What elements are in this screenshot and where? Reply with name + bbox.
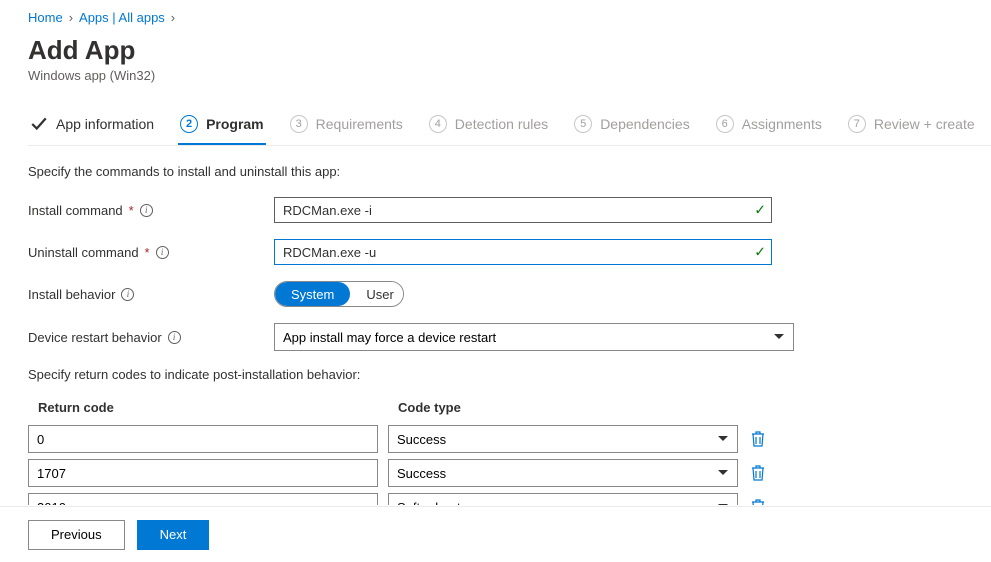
checkmark-icon: ✓ xyxy=(754,202,766,219)
delete-row-button[interactable] xyxy=(748,496,768,505)
trash-icon xyxy=(751,499,765,505)
page-title: Add App xyxy=(28,35,991,66)
step-number-icon: 7 xyxy=(848,115,866,133)
tab-label: Program xyxy=(206,116,264,132)
label-install-behavior: Install behavior i xyxy=(28,287,274,302)
section-returncodes-text: Specify return codes to indicate post-in… xyxy=(28,367,991,382)
install-command-input[interactable] xyxy=(274,197,772,223)
restart-behavior-select[interactable]: App install may force a device restart xyxy=(274,323,794,351)
toggle-user[interactable]: User xyxy=(350,282,404,306)
trash-icon xyxy=(751,465,765,481)
delete-row-button[interactable] xyxy=(748,462,768,484)
install-behavior-toggle: System User xyxy=(274,281,404,307)
checkmark-icon xyxy=(30,115,48,133)
column-return-code: Return code xyxy=(38,400,398,415)
tab-dependencies[interactable]: 5 Dependencies xyxy=(572,109,692,145)
table-row: Soft reboot xyxy=(28,493,991,505)
tab-requirements[interactable]: 3 Requirements xyxy=(288,109,405,145)
info-icon[interactable]: i xyxy=(168,331,181,344)
breadcrumb: Home › Apps | All apps › xyxy=(28,10,991,25)
uninstall-command-input[interactable] xyxy=(274,239,772,265)
code-type-select[interactable]: Soft reboot xyxy=(388,493,738,505)
section-install-text: Specify the commands to install and unin… xyxy=(28,164,991,179)
label-install-command: Install command* i xyxy=(28,203,274,218)
trash-icon xyxy=(751,431,765,447)
tab-label: Requirements xyxy=(316,116,403,132)
table-row: Success xyxy=(28,425,991,453)
info-icon[interactable]: i xyxy=(140,204,153,217)
step-number-icon: 6 xyxy=(716,115,734,133)
breadcrumb-sep-icon: › xyxy=(69,10,73,25)
breadcrumb-home[interactable]: Home xyxy=(28,10,63,25)
breadcrumb-apps[interactable]: Apps | All apps xyxy=(79,10,165,25)
checkmark-icon: ✓ xyxy=(754,244,766,261)
table-row: Success xyxy=(28,459,991,487)
return-code-input[interactable] xyxy=(28,425,378,453)
tab-detection-rules[interactable]: 4 Detection rules xyxy=(427,109,550,145)
step-number-icon: 3 xyxy=(290,115,308,133)
return-code-input[interactable] xyxy=(28,459,378,487)
tab-app-information[interactable]: App information xyxy=(28,109,156,145)
delete-row-button[interactable] xyxy=(748,428,768,450)
info-icon[interactable]: i xyxy=(121,288,134,301)
tab-program[interactable]: 2 Program xyxy=(178,109,266,145)
wizard-tabs: App information 2 Program 3 Requirements… xyxy=(28,109,991,146)
label-restart-behavior: Device restart behavior i xyxy=(28,330,274,345)
column-code-type: Code type xyxy=(398,400,748,415)
code-type-select[interactable]: Success xyxy=(388,425,738,453)
tab-label: App information xyxy=(56,116,154,132)
toggle-system[interactable]: System xyxy=(275,282,350,306)
tab-label: Assignments xyxy=(742,116,822,132)
tab-label: Dependencies xyxy=(600,116,690,132)
footer-bar: Previous Next xyxy=(0,506,991,562)
code-type-select[interactable]: Success xyxy=(388,459,738,487)
step-number-icon: 4 xyxy=(429,115,447,133)
page-subtitle: Windows app (Win32) xyxy=(28,68,991,83)
return-code-input[interactable] xyxy=(28,493,378,505)
breadcrumb-sep-icon: › xyxy=(171,10,175,25)
step-number-icon: 2 xyxy=(180,115,198,133)
label-uninstall-command: Uninstall command* i xyxy=(28,245,274,260)
previous-button[interactable]: Previous xyxy=(28,520,125,550)
tab-assignments[interactable]: 6 Assignments xyxy=(714,109,824,145)
next-button[interactable]: Next xyxy=(137,520,210,550)
step-number-icon: 5 xyxy=(574,115,592,133)
tab-review-create[interactable]: 7 Review + create xyxy=(846,109,977,145)
tab-label: Detection rules xyxy=(455,116,548,132)
info-icon[interactable]: i xyxy=(156,246,169,259)
tab-label: Review + create xyxy=(874,116,975,132)
